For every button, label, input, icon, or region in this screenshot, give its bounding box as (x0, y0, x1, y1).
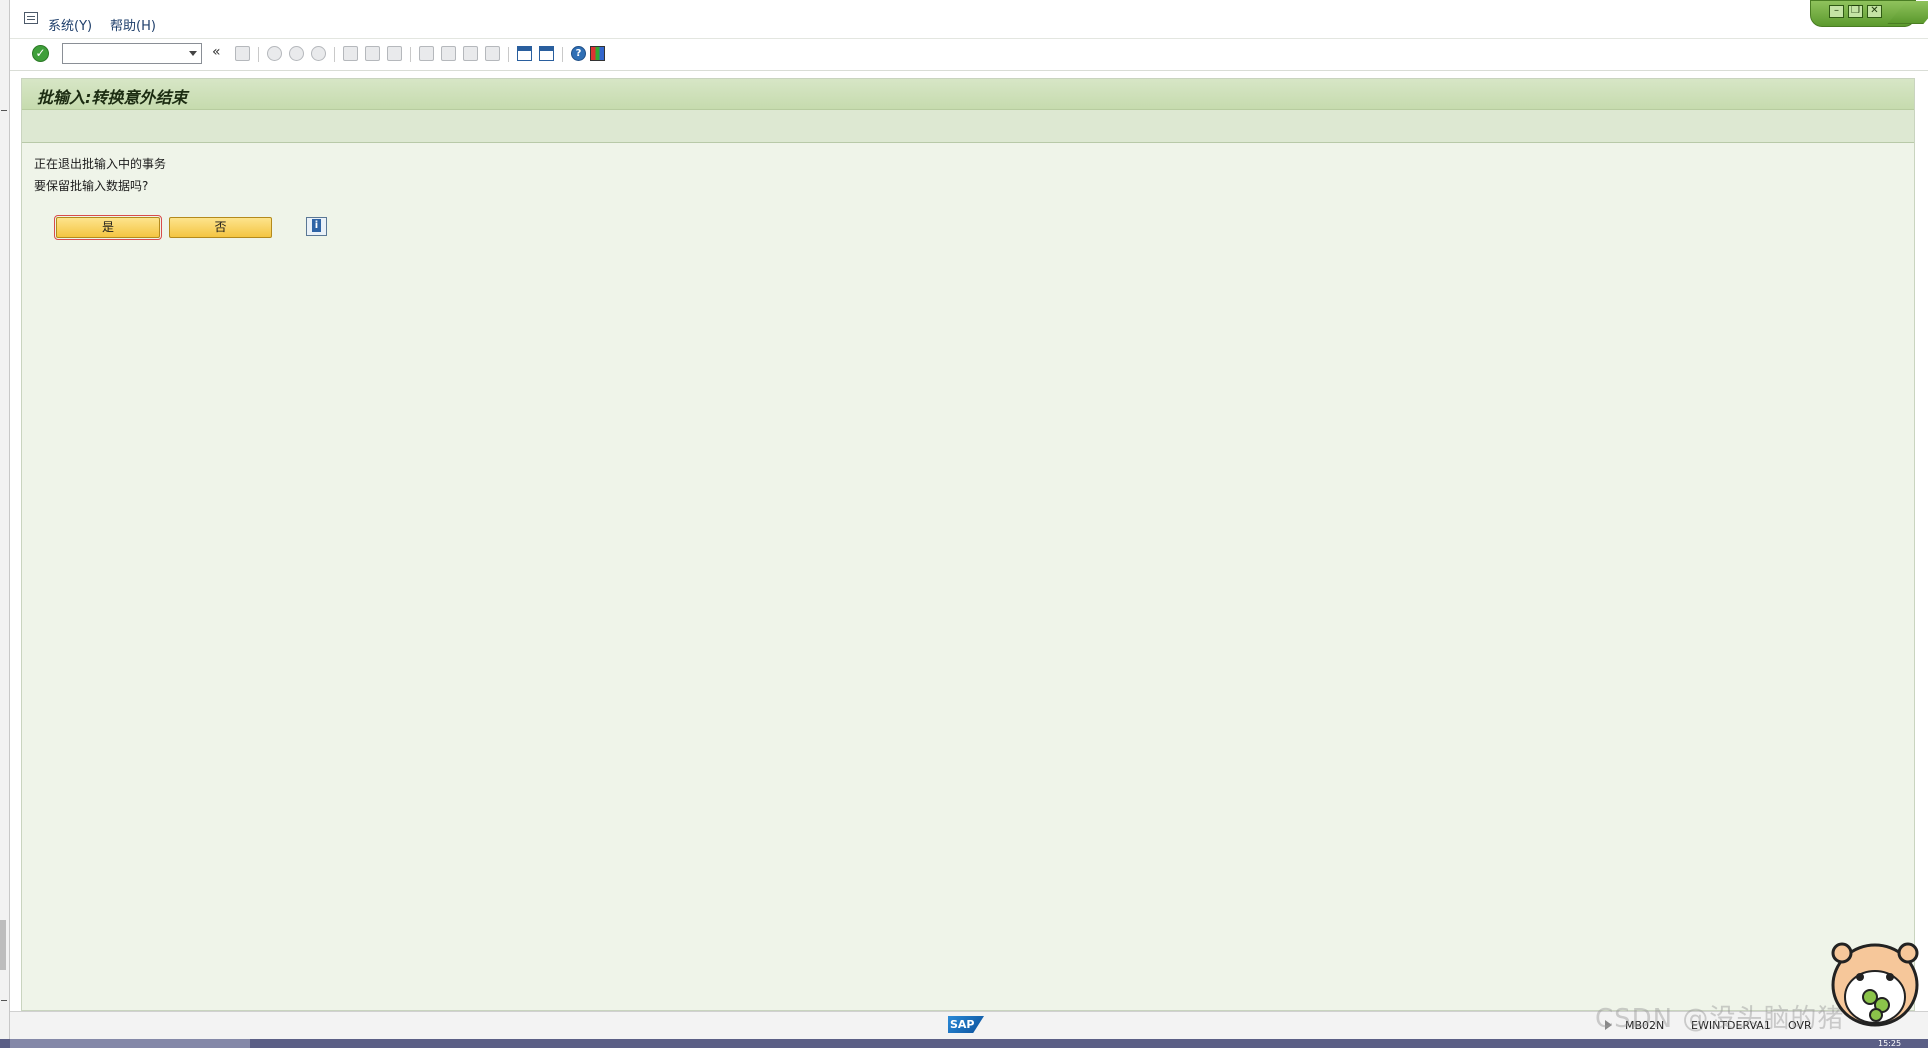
menu-bar: 系统(Y) 帮助(H) (10, 0, 1928, 39)
standard-toolbar: ✓ « ? (10, 39, 1928, 71)
info-icon[interactable] (306, 217, 327, 236)
first-page-icon[interactable] (419, 46, 434, 61)
enter-check-icon[interactable]: ✓ (32, 45, 49, 62)
sap-logo: SAP (948, 1016, 984, 1033)
menu-help[interactable]: 帮助(H) (110, 15, 156, 34)
create-shortcut-icon[interactable] (539, 46, 554, 61)
yes-button[interactable]: 是 (54, 215, 162, 240)
taskbar-clock: 15:25 (1878, 1039, 1902, 1048)
next-page-icon[interactable] (463, 46, 478, 61)
exit-icon[interactable] (289, 46, 304, 61)
help-icon[interactable]: ? (571, 46, 586, 61)
main-content: 批输入:转换意外结束 正在退出批输入中的事务 要保留批输入数据吗? 是 否 (21, 78, 1915, 1011)
no-button[interactable]: 否 (169, 217, 272, 238)
toolbar-separator (334, 47, 335, 62)
minimize-icon[interactable]: – (1829, 5, 1844, 18)
application-toolbar (22, 110, 1914, 143)
frame-tick (1, 1000, 7, 1001)
find-icon[interactable] (365, 46, 380, 61)
toolbar-separator (258, 47, 259, 62)
save-icon[interactable] (235, 46, 250, 61)
title-bar: 批输入:转换意外结束 (22, 79, 1914, 110)
toolbar-separator (562, 47, 563, 62)
cancel-icon[interactable] (311, 46, 326, 61)
window-controls: – ❐ ✕ (1810, 0, 1916, 27)
hamster-sticker-icon (1831, 942, 1919, 1027)
previous-page-icon[interactable] (441, 46, 456, 61)
frame-scrollbar[interactable] (0, 920, 6, 970)
command-field[interactable] (62, 43, 202, 64)
taskbar: 15:25 (0, 1039, 1928, 1048)
find-next-icon[interactable] (387, 46, 402, 61)
collapse-arrows-icon[interactable]: « (212, 44, 221, 60)
frame-tick (1, 110, 7, 111)
message-line-2: 要保留批输入数据吗? (34, 179, 149, 193)
restore-icon[interactable]: ❐ (1848, 5, 1863, 18)
menu-system[interactable]: 系统(Y) (48, 15, 92, 34)
page-title: 批输入:转换意外结束 (37, 88, 188, 107)
taskbar-app-button[interactable] (10, 1039, 250, 1048)
left-frame (0, 0, 10, 1040)
create-session-icon[interactable] (517, 46, 532, 61)
last-page-icon[interactable] (485, 46, 500, 61)
customize-layout-icon[interactable] (590, 46, 605, 61)
toolbar-separator (410, 47, 411, 62)
watermark: CSDN @没头脑的猪 (1595, 1004, 1845, 1034)
close-icon[interactable]: ✕ (1867, 5, 1882, 18)
back-icon[interactable] (267, 46, 282, 61)
message-line-1: 正在退出批输入中的事务 (34, 157, 167, 171)
print-icon[interactable] (343, 46, 358, 61)
command-dropdown-arrow-icon[interactable] (189, 51, 197, 56)
system-menu-icon[interactable] (24, 12, 38, 24)
toolbar-separator (508, 47, 509, 62)
